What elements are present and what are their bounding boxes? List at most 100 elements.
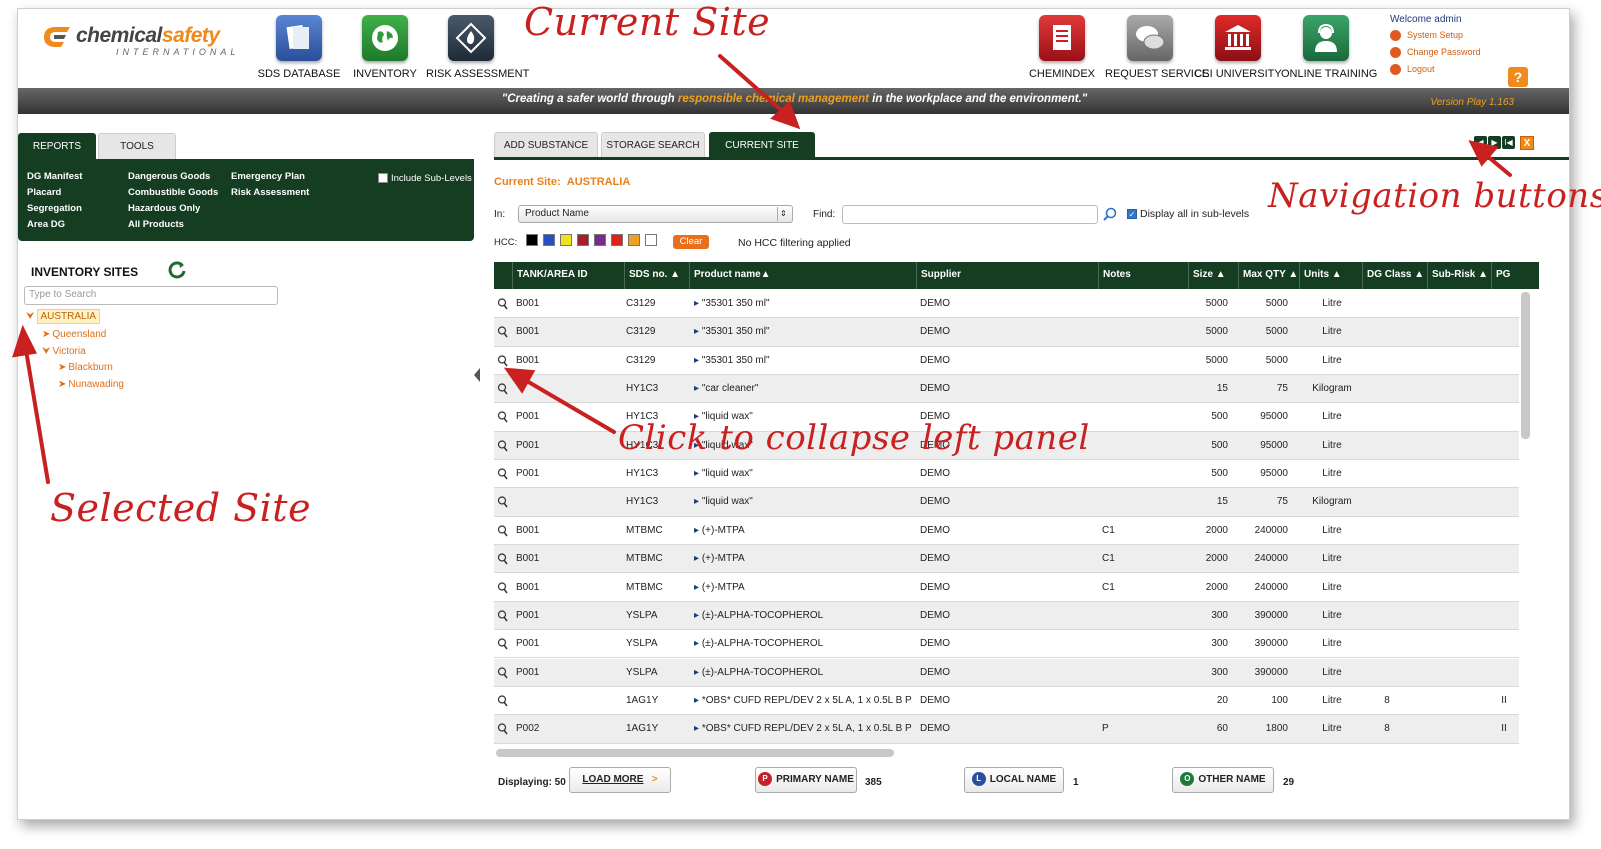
- report-segregation[interactable]: Segregation: [27, 203, 82, 214]
- view-details-icon[interactable]: [497, 638, 508, 650]
- search-field-select[interactable]: Product Name ⇕: [518, 205, 793, 223]
- collapse-left-panel-icon[interactable]: [473, 367, 481, 383]
- search-icon[interactable]: [1103, 207, 1117, 221]
- horizontal-scrollbar[interactable]: [496, 749, 894, 757]
- expand-arrow-icon[interactable]: ▸: [694, 468, 702, 479]
- tree-node-victoria[interactable]: ⮟ Victoria: [42, 346, 86, 357]
- tree-node-blackburn[interactable]: ➤ Blackburn: [58, 362, 113, 373]
- expanded-arrow-icon[interactable]: ⮟: [26, 311, 35, 322]
- table-row[interactable]: HY1C3 ▸ "car cleaner" DEMO 15 75 Kilogram: [494, 375, 1519, 404]
- table-row[interactable]: 1AG1Y ▸ *OBS* CUFD REPL/DEV 2 x 5L A, 1 x…: [494, 686, 1519, 716]
- expand-arrow-icon[interactable]: ▸: [694, 667, 702, 678]
- table-row[interactable]: P001 YSLPA ▸ (±)-ALPHA-TOCOPHEROL DEMO 300 39…: [494, 630, 1519, 659]
- table-row[interactable]: B001 C3129 ▸ "35301 350 ml" DEMO 5000 5000 Lit…: [494, 290, 1519, 319]
- view-details-icon[interactable]: [497, 496, 508, 508]
- tree-node-nunawading[interactable]: ➤ Nunawading: [58, 379, 124, 390]
- refresh-icon[interactable]: [168, 261, 186, 279]
- hcc-swatch[interactable]: [645, 234, 657, 246]
- table-row[interactable]: B001 MTBMC ▸ (+)-MTPA DEMO C1 2000 240000 Litre: [494, 545, 1519, 574]
- expand-arrow-icon[interactable]: ▸: [694, 496, 702, 507]
- expanded-arrow-icon[interactable]: ⮟: [42, 346, 51, 357]
- other-name-button[interactable]: O OTHER NAME: [1172, 767, 1274, 793]
- view-details-icon[interactable]: [497, 326, 508, 338]
- tree-node-queensland[interactable]: ➤ Queensland: [42, 329, 106, 340]
- close-icon[interactable]: X: [1520, 136, 1534, 150]
- expand-arrow-icon[interactable]: ▸: [694, 525, 702, 536]
- table-row[interactable]: B001 MTBMC ▸ (+)-MTPA DEMO C1 2000 240000 Litre: [494, 516, 1519, 546]
- first-icon[interactable]: I◀: [1502, 136, 1515, 149]
- column-header[interactable]: PG: [1491, 262, 1539, 289]
- find-input[interactable]: [842, 205, 1098, 224]
- report-all-products[interactable]: All Products: [128, 219, 184, 230]
- hcc-swatch[interactable]: [628, 234, 640, 246]
- view-details-icon[interactable]: [497, 525, 508, 537]
- collapsed-arrow-icon[interactable]: ➤: [58, 362, 66, 373]
- view-details-icon[interactable]: [497, 723, 508, 735]
- app-online-training[interactable]: ONLINE TRAINING: [1281, 15, 1377, 85]
- view-details-icon[interactable]: [497, 553, 508, 565]
- expand-arrow-icon[interactable]: ▸: [694, 695, 702, 706]
- table-row[interactable]: B001 MTBMC ▸ (+)-MTPA DEMO C1 2000 240000 Litre: [494, 573, 1519, 602]
- primary-name-button[interactable]: P PRIMARY NAME: [755, 767, 857, 793]
- hcc-swatch[interactable]: [577, 234, 589, 246]
- change-password-link[interactable]: Change Password: [1390, 47, 1540, 59]
- expand-arrow-icon[interactable]: ▸: [694, 326, 702, 337]
- view-details-icon[interactable]: [497, 666, 508, 679]
- column-header[interactable]: Size ▲: [1188, 262, 1238, 289]
- hcc-swatch[interactable]: [611, 234, 623, 246]
- table-row[interactable]: P001 YSLPA ▸ (±)-ALPHA-TOCOPHEROL DEMO 300 39…: [494, 601, 1519, 631]
- table-row[interactable]: P001 YSLPA ▸ (±)-ALPHA-TOCOPHEROL DEMO 300 39…: [494, 658, 1519, 687]
- tab-tools[interactable]: TOOLS: [98, 133, 176, 159]
- app-inventory[interactable]: INVENTORY: [340, 15, 430, 85]
- system-setup-link[interactable]: System Setup: [1390, 30, 1540, 42]
- report-risk-assessment[interactable]: Risk Assessment: [231, 187, 309, 198]
- checkbox-checked[interactable]: ✓: [1127, 209, 1137, 220]
- column-header[interactable]: Units ▲: [1299, 262, 1362, 289]
- column-header[interactable]: SDS no. ▲: [624, 262, 689, 289]
- table-row[interactable]: B001 C3129 ▸ "35301 350 ml" DEMO 5000 5000 Lit…: [494, 318, 1519, 347]
- expand-arrow-icon[interactable]: ▸: [694, 355, 702, 366]
- report-combustible-goods[interactable]: Combustible Goods: [128, 187, 218, 198]
- tab-storage-search[interactable]: STORAGE SEARCH: [601, 132, 705, 158]
- app-risk-assessment[interactable]: RISK ASSESSMENT: [426, 15, 529, 85]
- view-details-icon[interactable]: [497, 383, 508, 395]
- view-details-icon[interactable]: [497, 695, 508, 707]
- table-row[interactable]: P001 HY1C3 ▸ "liquid wax" DEMO 500 95000 Litre: [494, 460, 1519, 489]
- help-button[interactable]: ?: [1508, 67, 1528, 87]
- column-header[interactable]: Product name▲: [689, 262, 916, 289]
- vertical-scrollbar[interactable]: [1521, 292, 1530, 439]
- hcc-swatch[interactable]: [594, 234, 606, 246]
- table-row[interactable]: P002 1AG1Y ▸ *OBS* CUFD REPL/DEV 2 x 5L A,…: [494, 715, 1519, 744]
- next-icon[interactable]: ▶: [1488, 136, 1501, 149]
- column-header[interactable]: Supplier: [916, 262, 1098, 289]
- view-details-icon[interactable]: [497, 355, 508, 367]
- company-logo[interactable]: chemicalsafety INTERNATIONAL: [40, 21, 250, 61]
- tab-reports[interactable]: REPORTS: [18, 133, 96, 159]
- expand-arrow-icon[interactable]: ▸: [694, 610, 702, 621]
- tab-current-site[interactable]: CURRENT SITE: [709, 132, 815, 158]
- table-row[interactable]: HY1C3 ▸ "liquid wax" DEMO 15 75 Kilogram: [494, 488, 1519, 517]
- hcc-swatch[interactable]: [560, 234, 572, 246]
- view-details-icon[interactable]: [497, 411, 508, 423]
- expand-arrow-icon[interactable]: ▸: [694, 553, 702, 564]
- expand-arrow-icon[interactable]: ▸: [694, 723, 702, 734]
- checkbox-box[interactable]: [378, 173, 388, 184]
- expand-arrow-icon[interactable]: ▸: [694, 638, 702, 649]
- app-chemindex[interactable]: CHEMINDEX: [1017, 15, 1107, 85]
- view-details-icon[interactable]: [497, 581, 508, 594]
- prev-icon[interactable]: ◀: [1474, 136, 1487, 149]
- expand-arrow-icon[interactable]: ▸: [694, 582, 702, 593]
- report-area-dg[interactable]: Area DG: [27, 219, 65, 230]
- display-all-sub-levels-checkbox[interactable]: ✓ Display all in sub-levels: [1127, 208, 1249, 220]
- app-csi-university[interactable]: CSI UNIVERSITY: [1193, 15, 1283, 85]
- report-dangerous-goods[interactable]: Dangerous Goods: [128, 171, 210, 182]
- view-details-icon[interactable]: [497, 610, 508, 622]
- app-sds-database[interactable]: SDS DATABASE: [254, 15, 344, 85]
- report-hazardous-only[interactable]: Hazardous Only: [128, 203, 200, 214]
- report-placard[interactable]: Placard: [27, 187, 61, 198]
- site-search-input[interactable]: Type to Search: [24, 286, 278, 305]
- expand-arrow-icon[interactable]: ▸: [694, 383, 702, 394]
- include-sub-levels-checkbox[interactable]: Include Sub-Levels: [378, 173, 472, 184]
- view-details-icon[interactable]: [497, 440, 508, 452]
- app-request-service[interactable]: REQUEST SERVICE: [1105, 15, 1209, 85]
